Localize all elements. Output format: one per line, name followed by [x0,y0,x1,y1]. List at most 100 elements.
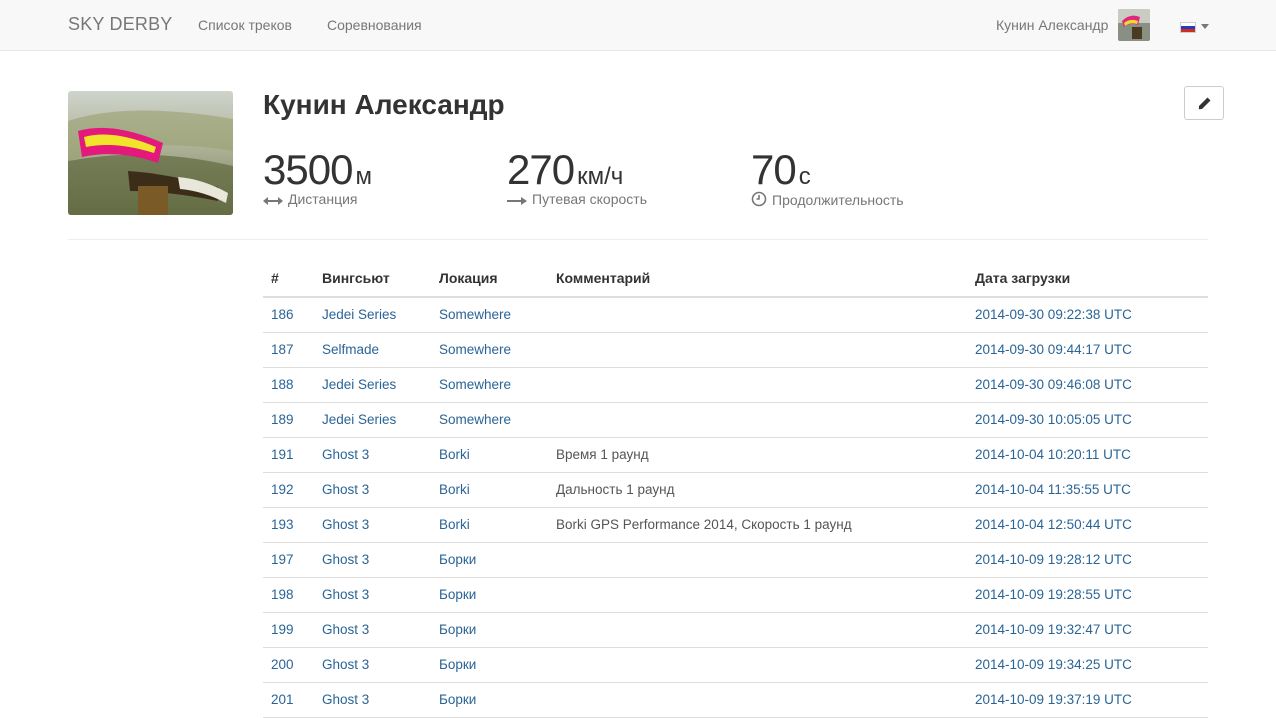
upload-date-link[interactable]: 2014-09-30 09:44:17 UTC [967,332,1208,368]
track-id-link[interactable]: 186 [263,297,314,333]
track-id-link[interactable]: 187 [263,332,314,368]
table-row[interactable]: 192 Ghost 3 Borki Дальность 1 раунд 2014-10-… [263,472,1208,508]
location-link[interactable]: Борки [431,577,548,613]
comment-cell [548,402,967,438]
table-row[interactable]: 188 Jedei Series Somewhere 2014-09-30 09:46… [263,367,1208,403]
column-header-suit: Вингсьют [314,260,431,298]
nav-link-tracks[interactable]: Список треков [198,17,292,33]
stat-speed-label: Путевая скорость [507,191,647,207]
comment-cell [548,577,967,613]
upload-date-link[interactable]: 2014-10-04 12:50:44 UTC [967,507,1208,543]
wingsuit-link[interactable]: Ghost 3 [314,507,431,543]
wingsuit-link[interactable]: Jedei Series [314,367,431,403]
table-row[interactable]: 197 Ghost 3 Борки 2014-10-09 19:28:12 UTC [263,542,1208,578]
table-row[interactable]: 193 Ghost 3 Borki Borki GPS Performance 201… [263,507,1208,543]
wingsuit-link[interactable]: Selfmade [314,332,431,368]
column-header-comment: Комментарий [548,260,967,298]
track-id-link[interactable]: 197 [263,542,314,578]
table-row[interactable]: 200 Ghost 3 Борки 2014-10-09 19:34:25 UTC [263,647,1208,683]
stat-speed-unit: км/ч [577,163,624,190]
wingsuit-link[interactable]: Ghost 3 [314,577,431,613]
track-id-link[interactable]: 189 [263,402,314,438]
comment-cell: Время 1 раунд [548,437,967,473]
location-link[interactable]: Борки [431,542,548,578]
brand-logo[interactable]: SKY DERBY [68,14,173,35]
upload-date-link[interactable]: 2014-10-09 19:37:19 UTC [967,682,1208,718]
track-id-link[interactable]: 200 [263,647,314,683]
location-link[interactable]: Борки [431,647,548,683]
table-row[interactable]: 199 Ghost 3 Борки 2014-10-09 19:32:47 UTC [263,612,1208,648]
edit-profile-button[interactable] [1184,86,1224,120]
stat-distance-unit: м [355,163,372,190]
track-id-link[interactable]: 201 [263,682,314,718]
nav-user-name[interactable]: Кунин Александр [996,17,1108,33]
upload-date-link[interactable]: 2014-10-04 10:20:11 UTC [967,437,1208,473]
stat-speed-value: 270 [507,146,575,193]
comment-cell [548,647,967,683]
location-link[interactable]: Borki [431,472,548,508]
profile-photo [68,91,233,215]
tracks-table: # Вингсьют Локация Комментарий Дата загр… [263,260,1208,718]
track-id-link[interactable]: 191 [263,437,314,473]
track-id-link[interactable]: 193 [263,507,314,543]
nav-link-competitions[interactable]: Соревнования [327,17,422,33]
column-header-location: Локация [431,260,548,298]
column-header-id: # [263,260,314,298]
upload-date-link[interactable]: 2014-10-09 19:28:12 UTC [967,542,1208,578]
upload-date-link[interactable]: 2014-10-04 11:35:55 UTC [967,472,1208,508]
stat-distance: 3500 м Дистанция [263,146,372,207]
comment-cell [548,542,967,578]
location-link[interactable]: Somewhere [431,297,548,333]
location-link[interactable]: Борки [431,612,548,648]
wingsuit-link[interactable]: Jedei Series [314,402,431,438]
upload-date-link[interactable]: 2014-10-09 19:28:55 UTC [967,577,1208,613]
table-row[interactable]: 189 Jedei Series Somewhere 2014-09-30 10:05… [263,402,1208,438]
location-link[interactable]: Somewhere [431,367,548,403]
comment-cell [548,297,967,333]
stat-duration-label: Продолжительность [751,191,904,208]
pencil-icon [1198,97,1211,110]
arrow-right-icon [507,197,527,205]
stat-duration: 70 с Продолжительность [751,146,904,208]
table-row[interactable]: 187 Selfmade Somewhere 2014-09-30 09:44:17 … [263,332,1208,368]
location-link[interactable]: Borki [431,507,548,543]
table-row[interactable]: 191 Ghost 3 Borki Время 1 раунд 2014-10-04 1… [263,437,1208,473]
arrows-horizontal-icon [263,197,283,205]
upload-date-link[interactable]: 2014-09-30 09:46:08 UTC [967,367,1208,403]
column-header-upload-date: Дата загрузки [967,260,1208,298]
stat-duration-value: 70 [751,146,797,193]
stat-distance-label: Дистанция [263,191,358,207]
russian-flag-icon[interactable] [1180,22,1196,33]
track-id-link[interactable]: 188 [263,367,314,403]
location-link[interactable]: Борки [431,682,548,718]
upload-date-link[interactable]: 2014-09-30 09:22:38 UTC [967,297,1208,333]
wingsuit-link[interactable]: Ghost 3 [314,437,431,473]
table-row[interactable]: 198 Ghost 3 Борки 2014-10-09 19:28:55 UTC [263,577,1208,613]
upload-date-link[interactable]: 2014-10-09 19:34:25 UTC [967,647,1208,683]
location-link[interactable]: Somewhere [431,332,548,368]
wingsuit-link[interactable]: Ghost 3 [314,647,431,683]
upload-date-link[interactable]: 2014-09-30 10:05:05 UTC [967,402,1208,438]
track-id-link[interactable]: 199 [263,612,314,648]
wingsuit-link[interactable]: Ghost 3 [314,682,431,718]
user-avatar[interactable] [1118,9,1150,41]
table-header-row: # Вингсьют Локация Комментарий Дата загр… [263,260,1208,298]
profile-name: Кунин Александр [263,89,505,120]
wingsuit-link[interactable]: Ghost 3 [314,612,431,648]
comment-cell: Borki GPS Performance 2014, Скорость 1 р… [548,507,967,543]
wingsuit-link[interactable]: Ghost 3 [314,472,431,508]
wingsuit-link[interactable]: Jedei Series [314,297,431,333]
wingsuit-link[interactable]: Ghost 3 [314,542,431,578]
table-row[interactable]: 201 Ghost 3 Борки 2014-10-09 19:37:19 UTC [263,682,1208,718]
stat-duration-unit: с [798,163,811,190]
location-link[interactable]: Somewhere [431,402,548,438]
chevron-down-icon[interactable] [1201,24,1209,29]
track-id-link[interactable]: 192 [263,472,314,508]
location-link[interactable]: Borki [431,437,548,473]
comment-cell [548,682,967,718]
comment-cell [548,367,967,403]
table-row[interactable]: 186 Jedei Series Somewhere 2014-09-30 09:22… [263,297,1208,333]
upload-date-link[interactable]: 2014-10-09 19:32:47 UTC [967,612,1208,648]
track-id-link[interactable]: 198 [263,577,314,613]
comment-cell [548,332,967,368]
